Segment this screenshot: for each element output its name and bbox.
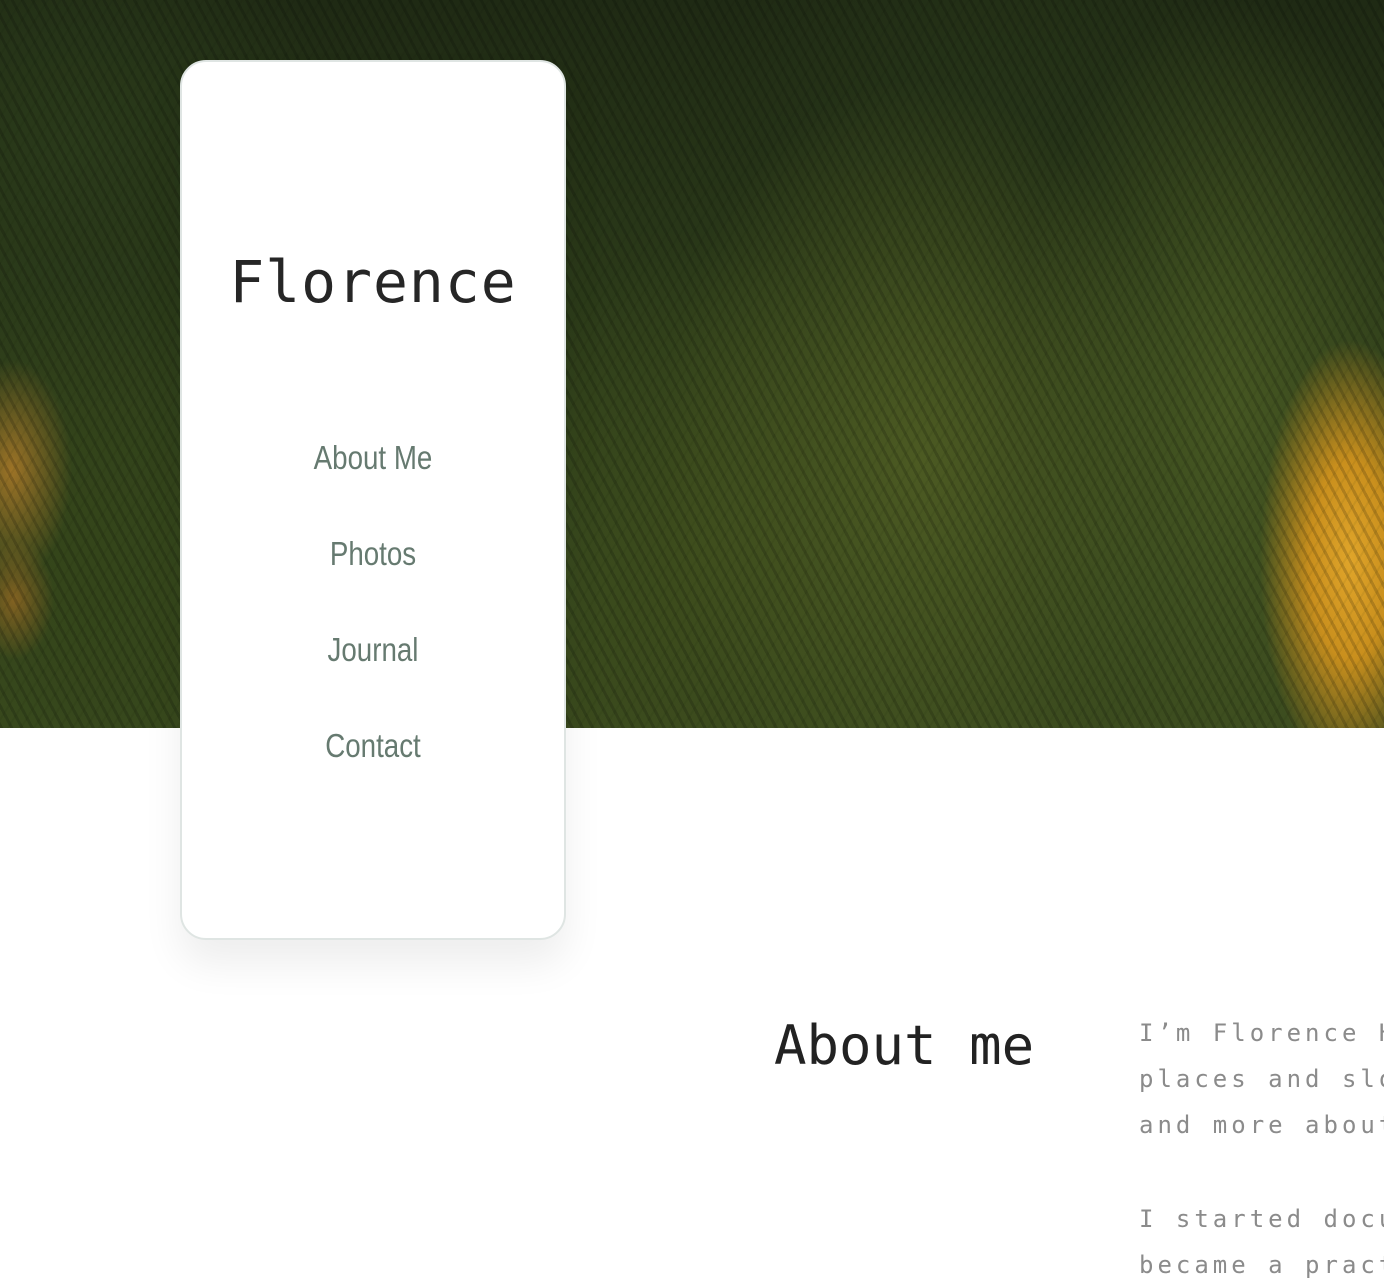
about-text-line: and more about (1139, 1111, 1384, 1139)
nav-menu: About Me Photos Journal Contact (182, 434, 564, 818)
about-paragraph: I started docum became a practi (1139, 1196, 1384, 1282)
nav-link-contact[interactable]: Contact (213, 722, 534, 818)
nav-link-about-me[interactable]: About Me (213, 434, 534, 530)
about-text-line: I started docum (1139, 1205, 1384, 1233)
about-paragraph: I’m Florence Ha places and slow and more… (1139, 1010, 1384, 1148)
about-text-line: became a practi (1139, 1251, 1384, 1279)
nav-link-journal[interactable]: Journal (213, 626, 534, 722)
nav-link-photos[interactable]: Photos (213, 530, 534, 626)
navigation-card: Florence About Me Photos Journal Contact (180, 60, 566, 940)
site-brand[interactable]: Florence (182, 250, 564, 314)
about-heading: About me (774, 1014, 1035, 1077)
about-text-line: places and slow (1139, 1065, 1384, 1093)
about-text-line: I’m Florence Ha (1139, 1019, 1384, 1047)
about-body: I’m Florence Ha places and slow and more… (1139, 1010, 1384, 1282)
